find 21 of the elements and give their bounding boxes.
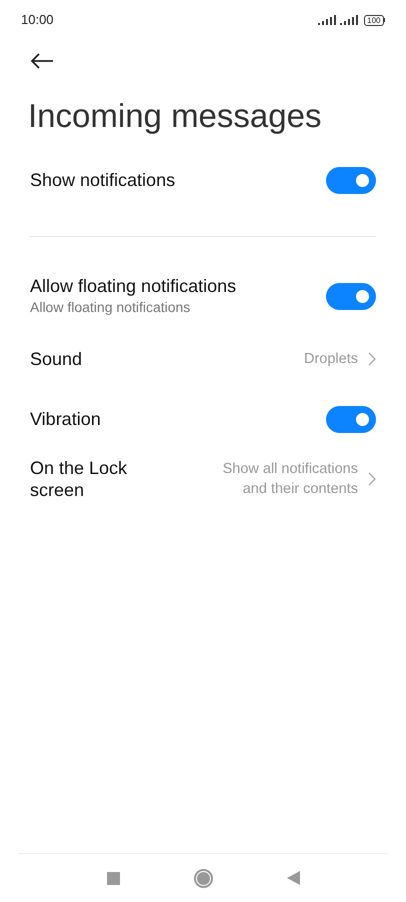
setting-subtitle: Allow floating notifications: [30, 298, 192, 317]
chevron-icon: [368, 352, 376, 366]
setting-label: Vibration: [30, 408, 101, 430]
setting-value: Droplets: [304, 350, 358, 369]
toggle-switch[interactable]: [326, 406, 376, 432]
status-time: 10:00: [21, 11, 54, 30]
battery-level: 100: [364, 14, 384, 26]
signal-icon: [318, 15, 338, 25]
setting-label: Allow floating notifications: [30, 275, 236, 297]
page-title: Incoming messages: [28, 96, 322, 136]
recents-icon[interactable]: [106, 872, 120, 884]
setting-value: Show all notifications and their contents: [222, 460, 358, 499]
home-icon[interactable]: [194, 868, 212, 888]
setting-label: Show notifications: [30, 169, 176, 191]
toggle-switch[interactable]: [326, 166, 376, 194]
back-icon[interactable]: [30, 53, 54, 69]
toggle-switch[interactable]: [326, 282, 376, 310]
chevron-icon: [368, 472, 376, 486]
signal-icon: [340, 15, 360, 25]
setting-label: On the Lock screen: [30, 457, 128, 501]
setting-label: Sound: [30, 348, 82, 370]
